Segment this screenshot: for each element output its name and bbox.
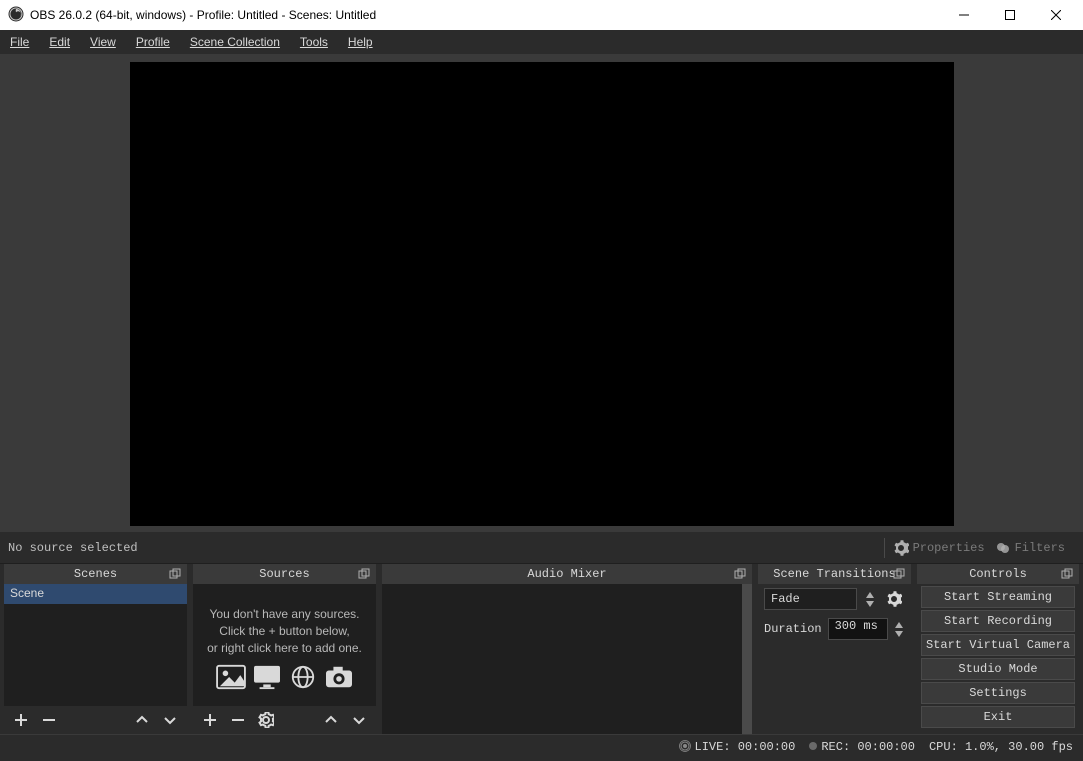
sources-empty-text: You don't have any sources. Click the + … [193, 584, 376, 696]
audio-mixer-body [382, 584, 752, 734]
sources-list[interactable]: You don't have any sources. Click the + … [193, 584, 376, 706]
window-close-button[interactable] [1033, 0, 1079, 30]
filters-icon [995, 540, 1011, 556]
duration-label: Duration [764, 622, 822, 636]
scenes-add-button[interactable] [10, 709, 32, 731]
transition-select-updown[interactable] [863, 590, 877, 608]
context-bar: No source selected Properties Filters [0, 532, 1083, 564]
window-maximize-button[interactable] [987, 0, 1033, 30]
image-icon [216, 664, 246, 690]
exit-button[interactable]: Exit [921, 706, 1075, 728]
camera-icon [324, 664, 354, 690]
audio-mixer-undock-icon[interactable] [732, 566, 748, 582]
scenes-undock-icon[interactable] [167, 566, 183, 582]
sources-undock-icon[interactable] [356, 566, 372, 582]
menu-profile[interactable]: Profile [126, 30, 180, 54]
live-indicator: LIVE: 00:00:00 [679, 740, 796, 754]
separator [884, 538, 885, 558]
sources-move-up-button[interactable] [320, 709, 342, 731]
studio-mode-button[interactable]: Studio Mode [921, 658, 1075, 680]
menu-help[interactable]: Help [338, 30, 383, 54]
start-recording-button[interactable]: Start Recording [921, 610, 1075, 632]
obs-app-icon [4, 6, 30, 25]
filters-button[interactable]: Filters [995, 540, 1065, 556]
statusbar: LIVE: 00:00:00 REC: 00:00:00 CPU: 1.0%, … [0, 734, 1083, 758]
duration-spinner[interactable] [894, 620, 905, 638]
scene-item[interactable]: Scene [4, 584, 187, 604]
transition-select[interactable]: Fade [764, 588, 857, 610]
scenes-move-up-button[interactable] [131, 709, 153, 731]
controls-body: Start Streaming Start Recording Start Vi… [917, 584, 1079, 734]
duration-input[interactable]: 300 ms [828, 618, 888, 640]
scenes-header: Scenes [4, 564, 187, 584]
window-titlebar: OBS 26.0.2 (64-bit, windows) - Profile: … [0, 0, 1083, 30]
start-virtual-camera-button[interactable]: Start Virtual Camera [921, 634, 1075, 656]
docks-row: Scenes Scene Sources You don't have any … [0, 564, 1083, 734]
controls-dock: Controls Start Streaming Start Recording… [917, 564, 1079, 734]
cpu-indicator: CPU: 1.0%, 30.00 fps [929, 740, 1073, 754]
controls-undock-icon[interactable] [1059, 566, 1075, 582]
scenes-remove-button[interactable] [38, 709, 60, 731]
settings-button[interactable]: Settings [921, 682, 1075, 704]
controls-header: Controls [917, 564, 1079, 584]
preview-area [0, 55, 1083, 532]
menu-tools[interactable]: Tools [290, 30, 338, 54]
sources-header: Sources [193, 564, 376, 584]
no-source-label: No source selected [8, 541, 138, 555]
audio-mixer-header: Audio Mixer [382, 564, 752, 584]
sources-properties-button[interactable] [255, 709, 277, 731]
rec-indicator: REC: 00:00:00 [809, 740, 915, 754]
scene-transitions-undock-icon[interactable] [891, 566, 907, 582]
properties-button[interactable]: Properties [893, 540, 985, 556]
gear-icon [893, 540, 909, 556]
scenes-toolbar [4, 706, 187, 734]
sources-remove-button[interactable] [227, 709, 249, 731]
scenes-dock: Scenes Scene [4, 564, 187, 734]
audio-mixer-dock: Audio Mixer [382, 564, 752, 734]
menu-view[interactable]: View [80, 30, 126, 54]
scenes-list[interactable]: Scene [4, 584, 187, 706]
mixer-scrollbar[interactable] [742, 584, 752, 734]
menu-edit[interactable]: Edit [39, 30, 80, 54]
scene-transitions-body: Fade Duration 300 ms [758, 584, 911, 734]
scene-transitions-header: Scene Transitions [758, 564, 911, 584]
window-minimize-button[interactable] [941, 0, 987, 30]
scene-transitions-dock: Scene Transitions Fade Duration 300 ms [758, 564, 911, 734]
monitor-icon [252, 664, 282, 690]
menu-scene-collection[interactable]: Scene Collection [180, 30, 290, 54]
start-streaming-button[interactable]: Start Streaming [921, 586, 1075, 608]
sources-toolbar [193, 706, 376, 734]
window-title: OBS 26.0.2 (64-bit, windows) - Profile: … [30, 8, 941, 22]
globe-icon [288, 664, 318, 690]
menubar: File Edit View Profile Scene Collection … [0, 30, 1083, 55]
sources-move-down-button[interactable] [348, 709, 370, 731]
sources-dock: Sources You don't have any sources. Clic… [193, 564, 376, 734]
menu-file[interactable]: File [0, 30, 39, 54]
preview-canvas[interactable] [130, 62, 954, 526]
transition-settings-button[interactable] [883, 588, 905, 610]
sources-add-button[interactable] [199, 709, 221, 731]
scenes-move-down-button[interactable] [159, 709, 181, 731]
